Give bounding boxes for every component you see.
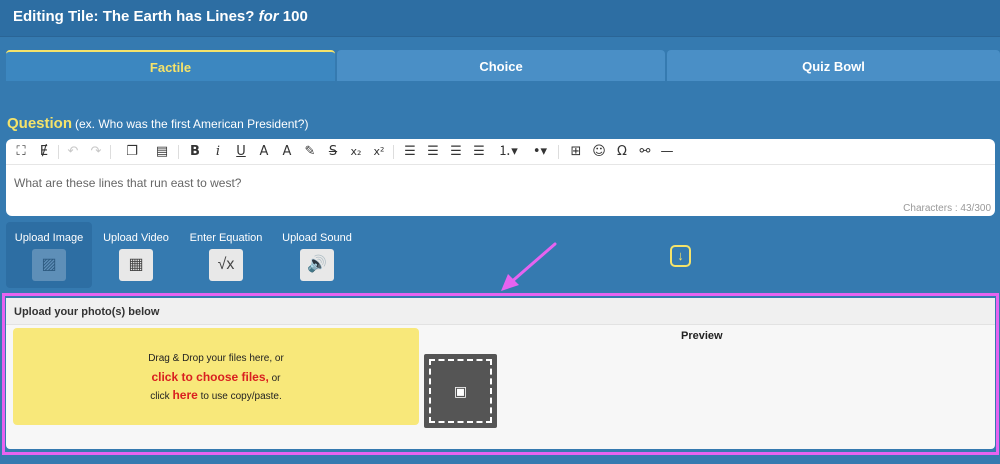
special-char-icon[interactable]: Ω bbox=[613, 143, 631, 161]
page-title: Editing Tile: The Earth has Lines? for 1… bbox=[13, 8, 308, 25]
emoji-icon[interactable]: ☺ bbox=[590, 143, 608, 161]
bold-icon[interactable]: B bbox=[186, 143, 204, 161]
redo-icon[interactable]: ↷ bbox=[87, 143, 105, 161]
image-placeholder-icon: ▣ bbox=[429, 359, 492, 423]
strikethrough-icon[interactable]: S bbox=[324, 143, 342, 161]
choose-files-link[interactable]: click to choose files, bbox=[151, 370, 268, 384]
paste-here-link[interactable]: here bbox=[172, 388, 197, 402]
image-icon: ▨ bbox=[32, 249, 66, 281]
upload-image-option[interactable]: Upload Image ▨ bbox=[6, 222, 92, 288]
fullscreen-icon[interactable]: ⛶ bbox=[12, 143, 30, 161]
ordered-list-icon[interactable]: ⒈▾ bbox=[495, 143, 521, 161]
character-count: Characters : 43/300 bbox=[903, 203, 991, 214]
tab-quiz-bowl[interactable]: Quiz Bowl bbox=[667, 50, 1000, 81]
preview-label: Preview bbox=[681, 330, 723, 342]
editor-toolbar: ⛶ Ɇ ↶ ↷ ❐ ▤ B i U A A ✎ S x₂ x² ☰ ☰ ☰ ☰ … bbox=[6, 139, 995, 165]
text-color-icon[interactable]: A bbox=[255, 143, 273, 161]
enter-equation-option[interactable]: Enter Equation √x bbox=[184, 222, 268, 288]
drop-zone[interactable]: Drag & Drop your files here, or click to… bbox=[13, 328, 419, 425]
scroll-down-icon[interactable]: ↓ bbox=[670, 245, 691, 267]
tab-choice[interactable]: Choice bbox=[337, 50, 665, 81]
align-right-icon[interactable]: ☰ bbox=[447, 143, 465, 161]
tab-factile[interactable]: Factile bbox=[6, 50, 335, 81]
upload-panel-header: Upload your photo(s) below bbox=[6, 298, 995, 325]
justify-icon[interactable]: ☰ bbox=[470, 143, 488, 161]
upload-video-option[interactable]: Upload Video ▦ bbox=[96, 222, 176, 288]
upload-panel-title: Upload your photo(s) below bbox=[14, 306, 160, 318]
subscript-icon[interactable]: x₂ bbox=[347, 143, 365, 161]
clear-format-icon[interactable]: Ɇ bbox=[35, 143, 53, 161]
question-editor[interactable]: ⛶ Ɇ ↶ ↷ ❐ ▤ B i U A A ✎ S x₂ x² ☰ ☰ ☰ ☰ … bbox=[6, 139, 995, 216]
underline-icon[interactable]: U bbox=[232, 143, 250, 161]
speaker-icon: 🔊 bbox=[300, 249, 334, 281]
question-text[interactable]: What are these lines that run east to we… bbox=[14, 176, 241, 190]
paste-icon[interactable]: ▤ bbox=[153, 143, 171, 161]
align-center-icon[interactable]: ☰ bbox=[424, 143, 442, 161]
preview-thumbnail: ▣ bbox=[424, 354, 497, 428]
superscript-icon[interactable]: x² bbox=[370, 143, 388, 161]
video-icon: ▦ bbox=[119, 249, 153, 281]
italic-icon[interactable]: i bbox=[209, 143, 227, 161]
upload-panel: Upload your photo(s) below Drag & Drop y… bbox=[6, 298, 995, 449]
align-left-icon[interactable]: ☰ bbox=[401, 143, 419, 161]
annotation-arrow bbox=[501, 242, 557, 291]
question-type-tabs: Factile Choice Quiz Bowl bbox=[6, 50, 1000, 81]
link-icon[interactable]: ⚯ bbox=[636, 143, 654, 161]
horizontal-rule-icon[interactable]: — bbox=[658, 143, 676, 161]
highlight-icon[interactable]: A bbox=[278, 143, 296, 161]
question-label: Question (ex. Who was the first American … bbox=[7, 115, 309, 132]
undo-icon[interactable]: ↶ bbox=[64, 143, 82, 161]
question-hint: (ex. Who was the first American Presiden… bbox=[75, 117, 309, 131]
marker-icon[interactable]: ✎ bbox=[301, 143, 319, 161]
upload-sound-option[interactable]: Upload Sound 🔊 bbox=[276, 222, 358, 288]
copy-icon[interactable]: ❐ bbox=[123, 143, 141, 161]
table-icon[interactable]: ⊞ bbox=[567, 143, 585, 161]
title-bar: Editing Tile: The Earth has Lines? for 1… bbox=[0, 0, 1000, 37]
sqrt-icon: √x bbox=[209, 249, 243, 281]
unordered-list-icon[interactable]: •▾ bbox=[527, 143, 553, 161]
